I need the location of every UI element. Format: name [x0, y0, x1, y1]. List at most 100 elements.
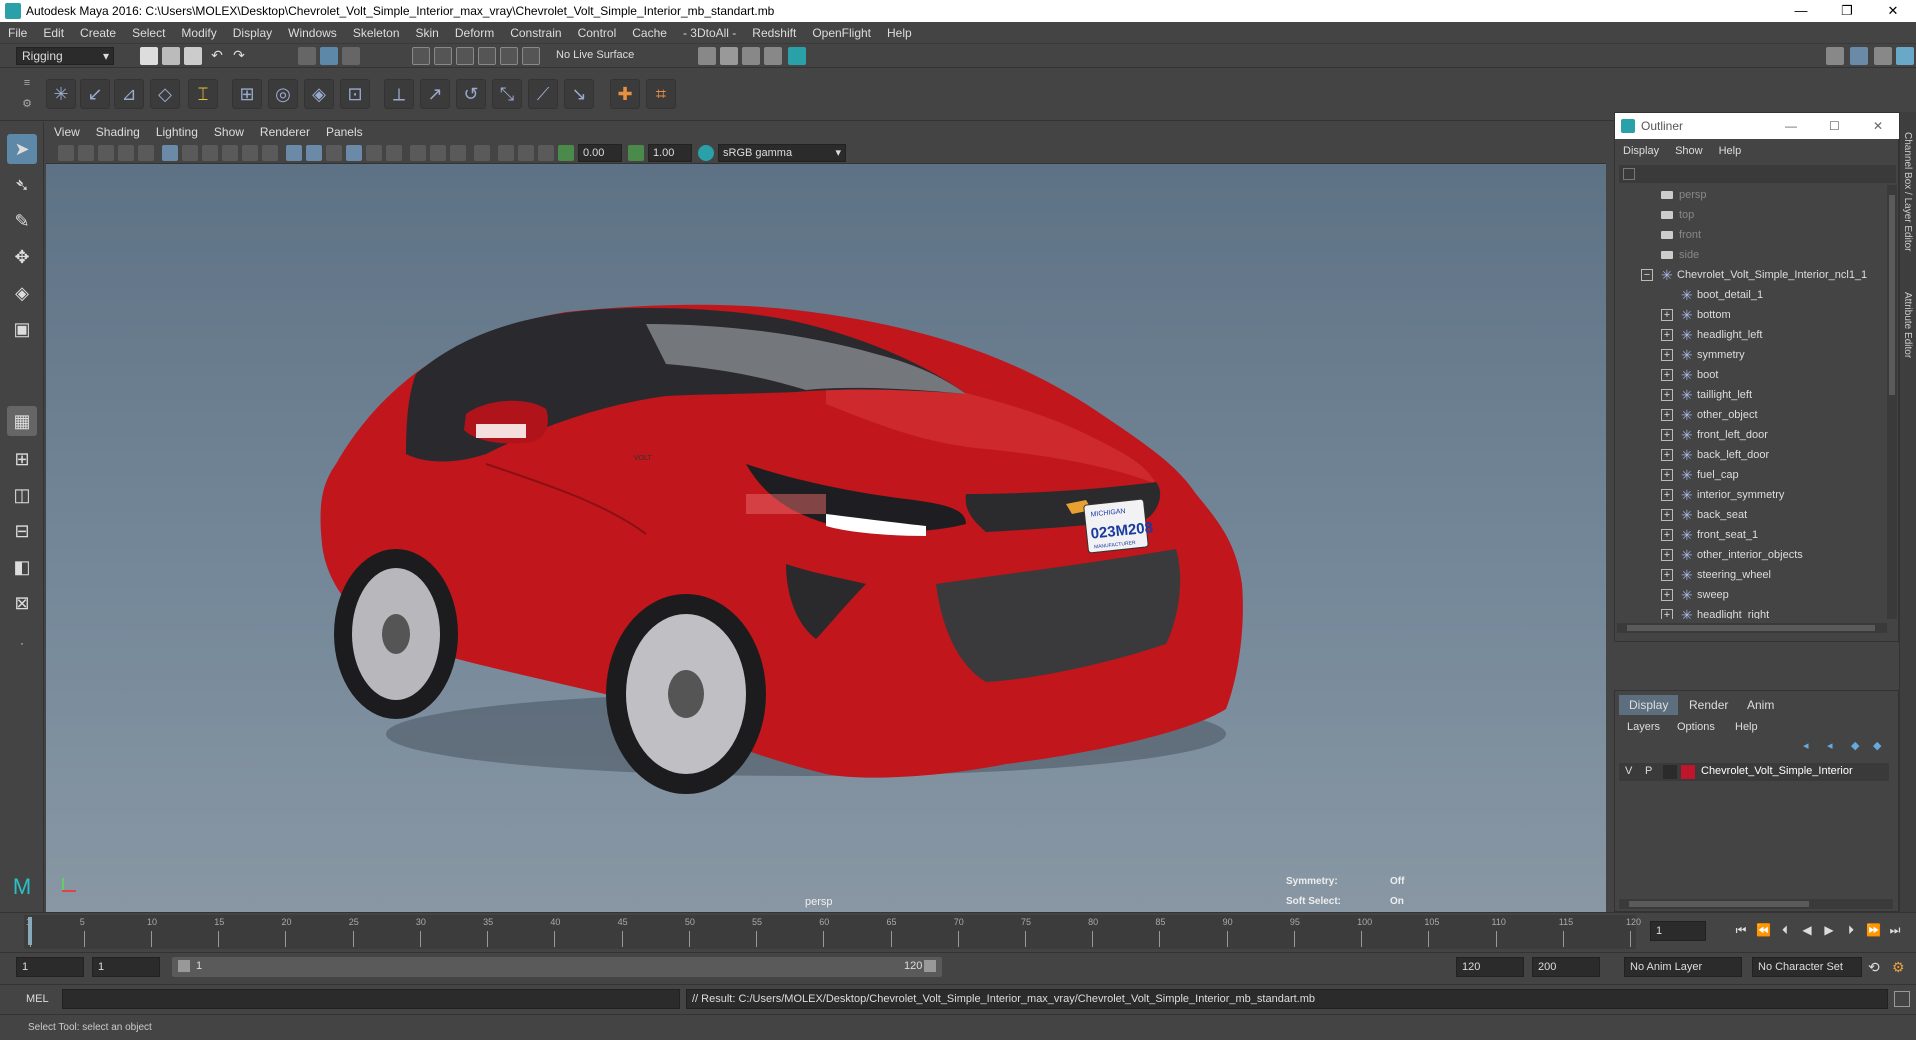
close-button[interactable]: ✕: [1870, 0, 1916, 22]
menu-cache[interactable]: Cache: [624, 22, 675, 44]
lattice-icon[interactable]: ◈: [304, 79, 334, 109]
expand-icon[interactable]: +: [1661, 329, 1673, 341]
expand-icon[interactable]: +: [1661, 449, 1673, 461]
ik-handle-icon[interactable]: ⊿: [114, 79, 144, 109]
gamma-field[interactable]: 1.00: [648, 144, 692, 162]
step-forward-frame-icon[interactable]: ⏩: [1866, 923, 1881, 937]
camera-attributes-icon[interactable]: [78, 145, 94, 161]
channel-box-toggle-icon[interactable]: [1850, 47, 1868, 65]
grid-toggle-icon[interactable]: [138, 145, 154, 161]
tree-item-root[interactable]: − ✳ Chevrolet_Volt_Simple_Interior_ncl1_1: [1617, 265, 1885, 285]
tree-item[interactable]: + ✳ sweep: [1617, 585, 1885, 605]
step-forward-key-icon[interactable]: ⏵: [1844, 923, 1858, 937]
viewport-renderer-icon[interactable]: [518, 145, 534, 161]
anti-aliasing-icon[interactable]: [346, 145, 362, 161]
layer-menu-layers[interactable]: Layers: [1627, 721, 1660, 733]
current-time-marker[interactable]: [28, 917, 32, 945]
depth-of-field-icon[interactable]: [366, 145, 382, 161]
menu-constrain[interactable]: Constrain: [502, 22, 569, 44]
current-frame-field[interactable]: 1: [1650, 921, 1706, 941]
anim-layer-dropdown[interactable]: No Anim Layer: [1624, 957, 1742, 977]
menu-display[interactable]: Display: [225, 22, 280, 44]
restore-button[interactable]: ❐: [1824, 0, 1870, 22]
tree-item[interactable]: + ✳ headlight_left: [1617, 325, 1885, 345]
single-view-layout-icon[interactable]: ▦: [7, 406, 37, 436]
persp-outliner-layout-icon[interactable]: ◫: [7, 480, 37, 510]
attribute-editor-tab[interactable]: Attribute Editor: [1902, 292, 1913, 358]
undo-icon[interactable]: ↶: [208, 47, 226, 65]
tree-item[interactable]: + ✳ back_left_door: [1617, 445, 1885, 465]
tree-item[interactable]: + ✳ interior_symmetry: [1617, 485, 1885, 505]
shelf-settings-icon[interactable]: ⚙: [18, 97, 36, 115]
panel-menu-lighting[interactable]: Lighting: [148, 122, 206, 142]
menuset-dropdown[interactable]: Rigging ▾: [16, 47, 114, 65]
paint-select-tool-icon[interactable]: ✎: [7, 206, 37, 236]
gate-mask-icon[interactable]: [386, 145, 402, 161]
outliner-menu-help[interactable]: Help: [1711, 141, 1750, 161]
step-back-frame-icon[interactable]: ⏪: [1756, 923, 1771, 937]
paint-weights-icon[interactable]: ◎: [268, 79, 298, 109]
tree-item[interactable]: + ✳ boot: [1617, 365, 1885, 385]
start-time-field[interactable]: 1: [16, 957, 84, 977]
play-forwards-icon[interactable]: ▶: [1822, 923, 1836, 937]
menu-openflight[interactable]: OpenFlight: [804, 22, 879, 44]
xray-icon[interactable]: [262, 145, 278, 161]
menu-skeleton[interactable]: Skeleton: [345, 22, 408, 44]
go-to-end-icon[interactable]: ⏭: [1888, 923, 1902, 937]
textured-icon[interactable]: [202, 145, 218, 161]
tree-item-camera[interactable]: persp: [1617, 185, 1885, 205]
outliner-vscrollbar[interactable]: [1887, 185, 1897, 619]
tree-item[interactable]: + ✳ other_interior_objects: [1617, 545, 1885, 565]
expand-icon[interactable]: +: [1661, 589, 1673, 601]
tree-item-camera[interactable]: side: [1617, 245, 1885, 265]
layer-hscroll-thumb[interactable]: [1629, 901, 1809, 907]
expand-icon[interactable]: +: [1661, 489, 1673, 501]
panel-menu-renderer[interactable]: Renderer: [252, 122, 318, 142]
field-chart-icon[interactable]: [474, 145, 490, 161]
panel-menu-shading[interactable]: Shading: [88, 122, 148, 142]
constraint-pole-icon[interactable]: ↘: [564, 79, 594, 109]
layer-tab-render[interactable]: Render: [1679, 695, 1738, 715]
select-tool-icon[interactable]: ➤: [7, 134, 37, 164]
shadows-icon[interactable]: [242, 145, 258, 161]
joint-tool-icon[interactable]: ✳: [46, 79, 76, 109]
menu-redshift[interactable]: Redshift: [744, 22, 804, 44]
expand-icon[interactable]: +: [1661, 569, 1673, 581]
redo-icon[interactable]: ↷: [230, 47, 248, 65]
motion-blur-icon[interactable]: [326, 145, 342, 161]
tree-item[interactable]: + ✳ headlight_right: [1617, 605, 1885, 619]
color-management-icon[interactable]: [698, 145, 714, 161]
render-settings-icon[interactable]: [698, 47, 716, 65]
new-scene-icon[interactable]: [140, 47, 158, 65]
range-end-handle[interactable]: [924, 960, 936, 972]
ambient-occlusion-icon[interactable]: [306, 145, 322, 161]
select-component-icon[interactable]: [342, 47, 360, 65]
tree-item[interactable]: + ✳ taillight_left: [1617, 385, 1885, 405]
expand-icon[interactable]: +: [1661, 549, 1673, 561]
menu-create[interactable]: Create: [72, 22, 124, 44]
expand-icon[interactable]: +: [1661, 529, 1673, 541]
playback-start-field[interactable]: 1: [92, 957, 160, 977]
render-view-icon[interactable]: [764, 47, 782, 65]
channel-box-tab[interactable]: Channel Box / Layer Editor: [1902, 132, 1913, 252]
tree-item[interactable]: + ✳ steering_wheel: [1617, 565, 1885, 585]
new-layer-icon[interactable]: ◆: [1851, 739, 1859, 752]
expand-icon[interactable]: +: [1661, 309, 1673, 321]
auto-key-icon[interactable]: ⟲: [1868, 959, 1880, 976]
script-language-toggle[interactable]: MEL: [26, 993, 49, 1005]
outliner-menu-show[interactable]: Show: [1667, 141, 1711, 161]
tree-item[interactable]: + ✳ bottom: [1617, 305, 1885, 325]
panel-menu-show[interactable]: Show: [206, 122, 252, 142]
persp-viewport[interactable]: MICHIGAN 023M208 MANUFACTURER VOLT Symme…: [46, 164, 1606, 912]
exposure-icon[interactable]: [538, 145, 554, 161]
magnet-icon[interactable]: [522, 47, 540, 65]
move-tool-icon[interactable]: ✥: [7, 242, 37, 272]
constraint-scale-icon[interactable]: ⤡: [492, 79, 522, 109]
range-bar[interactable]: 1 120: [172, 957, 942, 977]
tree-item-camera[interactable]: front: [1617, 225, 1885, 245]
expand-icon[interactable]: +: [1661, 369, 1673, 381]
safe-action-icon[interactable]: [450, 145, 466, 161]
ipr-render-icon[interactable]: [742, 47, 760, 65]
ik-spline-icon[interactable]: ◇: [150, 79, 180, 109]
tree-item[interactable]: + ✳ symmetry: [1617, 345, 1885, 365]
